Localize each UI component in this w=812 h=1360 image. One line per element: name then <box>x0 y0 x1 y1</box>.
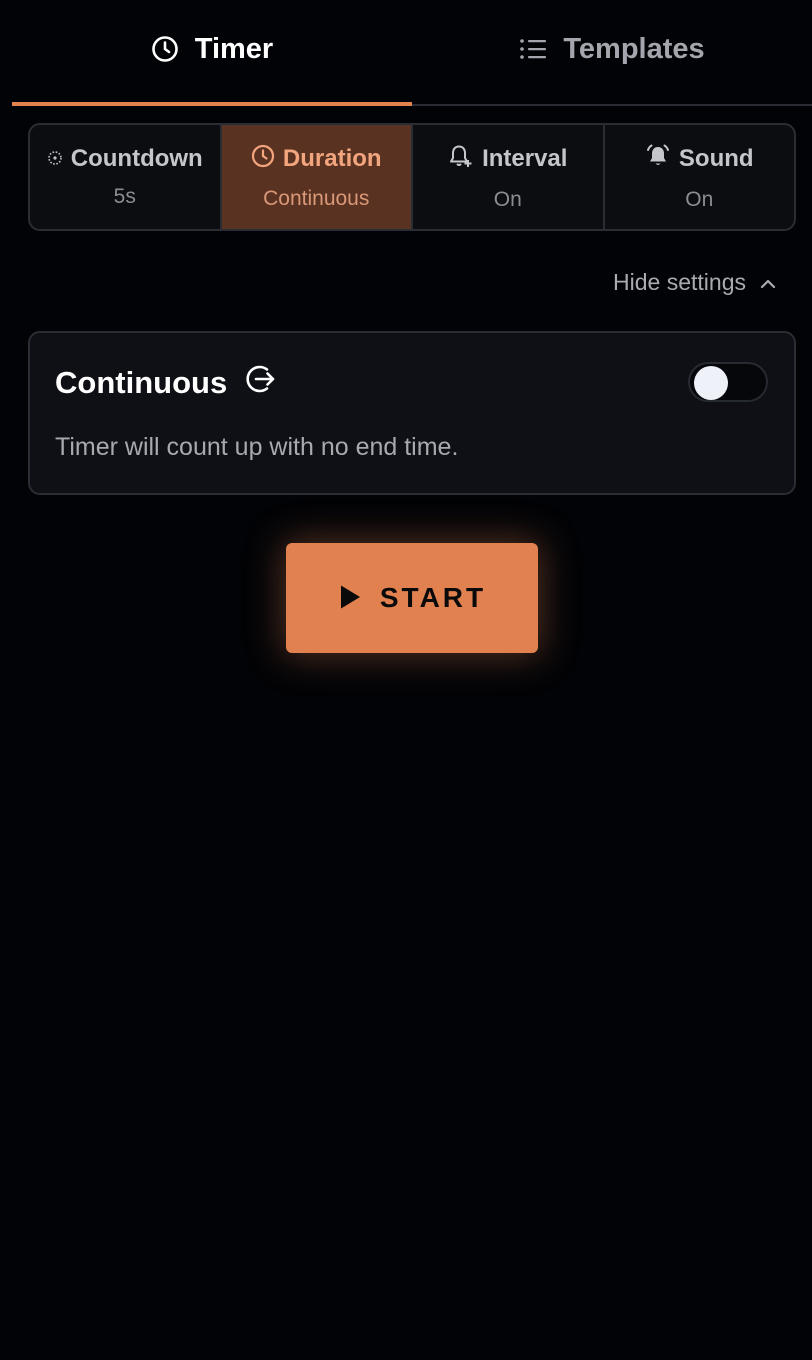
start-button-label: START <box>379 582 487 613</box>
hide-settings-button[interactable]: Hide settings <box>613 266 776 298</box>
mode-interval[interactable]: Interval On <box>413 125 605 229</box>
mode-sound-value: On <box>685 187 714 211</box>
mode-duration-label: Duration <box>282 145 382 172</box>
mode-duration[interactable]: Duration Continuous <box>221 125 413 229</box>
arrow-right-circle-icon <box>245 363 277 403</box>
card-description: Timer will count up with no end time. <box>55 433 459 461</box>
tab-templates[interactable]: Templates <box>412 0 812 104</box>
mode-sound[interactable]: Sound On <box>605 125 795 229</box>
mode-countdown-label: Countdown <box>70 145 203 172</box>
card-title: Continuous <box>55 365 228 400</box>
mode-sound-label: Sound <box>678 145 754 172</box>
mode-interval-label: Interval <box>482 145 568 172</box>
mode-selector: Countdown 5s Duration Continuous Interva… <box>28 123 796 231</box>
list-icon <box>519 37 547 61</box>
bell-plus-icon <box>448 143 474 176</box>
top-tab-bar: Timer Templates <box>12 0 812 106</box>
mode-duration-value: Continuous <box>263 186 370 210</box>
alarm-bell-icon <box>645 143 671 176</box>
toggle-knob <box>694 366 728 400</box>
tab-templates-label: Templates <box>563 32 705 65</box>
mode-countdown[interactable]: Countdown 5s <box>30 125 222 229</box>
clock-icon <box>251 144 275 175</box>
dotted-circle-icon <box>47 145 63 173</box>
mode-countdown-value: 5s <box>113 185 136 208</box>
tab-timer[interactable]: Timer <box>12 0 412 106</box>
clock-icon <box>151 35 179 63</box>
start-button[interactable]: START <box>286 543 538 653</box>
tab-timer-label: Timer <box>194 32 274 65</box>
play-icon <box>338 584 362 613</box>
continuous-toggle[interactable] <box>688 362 768 402</box>
hide-settings-label: Hide settings <box>613 268 746 295</box>
chevron-up-icon <box>760 269 776 296</box>
continuous-settings-card: Continuous Timer will count up with no e… <box>28 331 796 495</box>
mode-interval-value: On <box>493 187 522 211</box>
